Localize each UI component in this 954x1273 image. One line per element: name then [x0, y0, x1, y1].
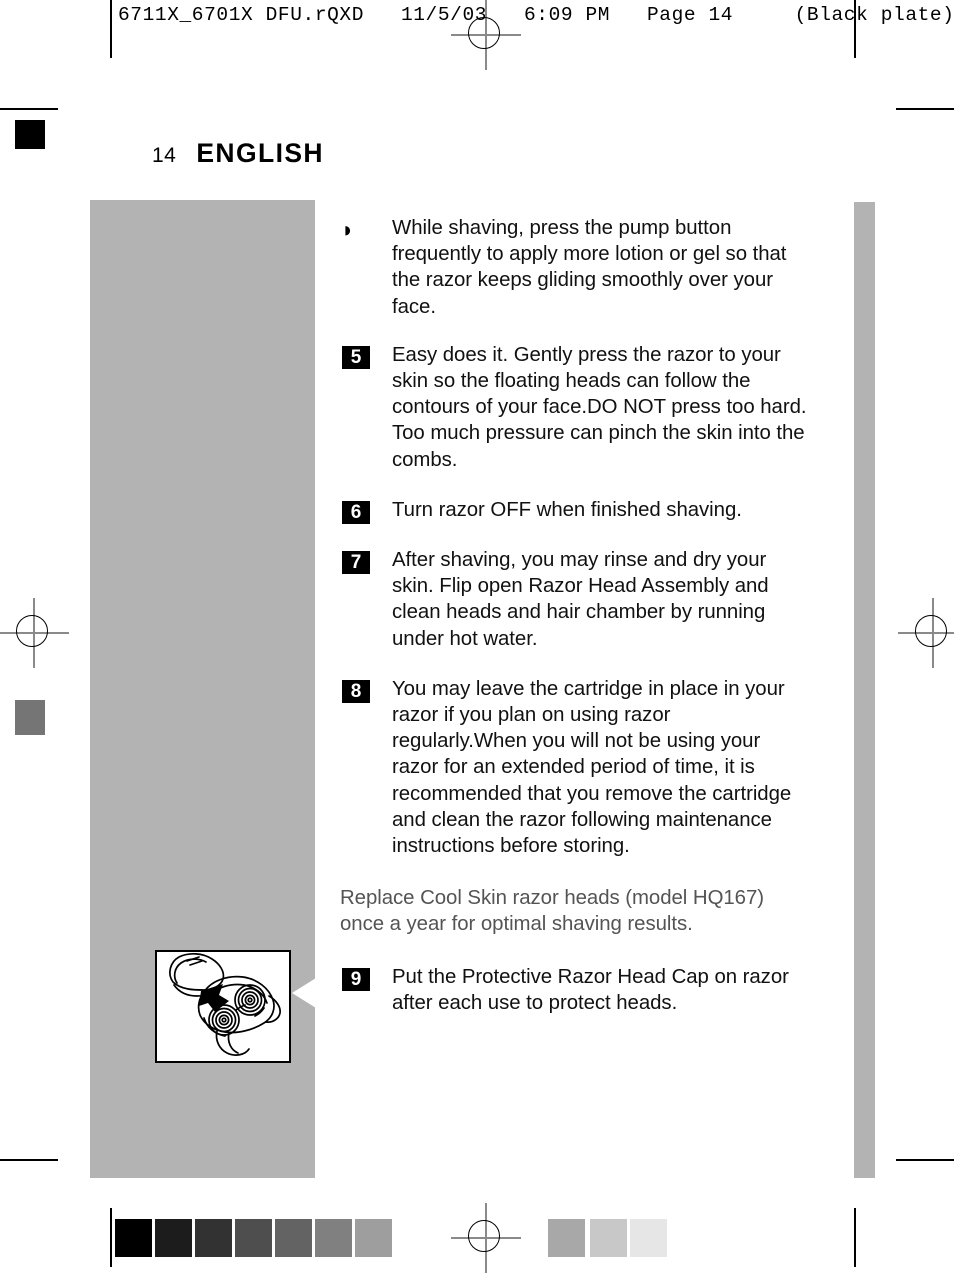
instruction-block-6: 6 Turn razor OFF when finished shaving.	[340, 497, 810, 524]
crop-mark-lower-left-horizontal	[0, 1159, 58, 1161]
calibration-swatch-right-0	[548, 1219, 585, 1257]
calibration-swatch-left-3	[235, 1219, 272, 1257]
calibration-swatch-right-2	[630, 1219, 667, 1257]
step-number-badge: 5	[342, 345, 370, 369]
registration-target-left	[0, 598, 69, 668]
registration-target-right	[898, 598, 954, 668]
bullet-arrow-icon: ◗	[341, 217, 355, 242]
crop-mark-bottom-right-vertical	[854, 1208, 856, 1267]
calibration-swatch-left-5	[315, 1219, 352, 1257]
right-gray-bar	[854, 202, 875, 1178]
crop-mark-upper-right-horizontal	[896, 108, 954, 110]
step-number-badge: 8	[342, 679, 370, 703]
instruction-text: While shaving, press the pump button fre…	[392, 217, 787, 318]
crop-mark-bottom-left-vertical	[110, 1208, 112, 1267]
registration-target-top	[451, 0, 521, 70]
instruction-block-9: 9 Put the Protective Razor Head Cap on r…	[340, 964, 810, 1016]
crop-mark-top-right-vertical	[854, 0, 856, 58]
instruction-block-8: 8 You may leave the cartridge in place i…	[340, 676, 810, 859]
replacement-note: Replace Cool Skin razor heads (model HQ1…	[340, 885, 810, 937]
instruction-text: You may leave the cartridge in place in …	[392, 677, 792, 858]
instruction-text: Turn razor OFF when finished shaving.	[392, 498, 742, 521]
density-patch-black	[15, 120, 45, 149]
registration-ring	[16, 615, 48, 647]
page-header: 14 ENGLISH	[152, 138, 324, 169]
instruction-block-7: 7 After shaving, you may rinse and dry y…	[340, 547, 810, 652]
calibration-swatch-left-4	[275, 1219, 312, 1257]
instruction-text: Easy does it. Gently press the razor to …	[392, 343, 807, 471]
crop-mark-top-left-vertical	[110, 0, 112, 58]
prepress-header-text: 6711X_6701X DFU.rQXD 11/5/03 6:09 PM Pag…	[118, 4, 954, 26]
razor-line-art	[169, 953, 281, 1056]
crop-mark-lower-right-horizontal	[896, 1159, 954, 1161]
calibration-swatch-left-2	[195, 1219, 232, 1257]
instruction-text: After shaving, you may rinse and dry you…	[392, 549, 769, 650]
page-title: ENGLISH	[196, 138, 324, 168]
registration-ring	[468, 17, 500, 49]
crop-mark-upper-left-horizontal	[0, 108, 58, 110]
calibration-swatch-left-6	[355, 1219, 392, 1257]
registration-ring	[915, 615, 947, 647]
registration-target-bottom	[451, 1203, 521, 1273]
instruction-list: ◗ While shaving, press the pump button f…	[340, 215, 810, 1038]
instruction-text: Put the Protective Razor Head Cap on raz…	[392, 965, 789, 1014]
step-number-badge: 7	[342, 551, 370, 575]
density-patch-gray	[15, 700, 45, 735]
instruction-block-5: 5 Easy does it. Gently press the razor t…	[340, 342, 810, 473]
calibration-swatch-left-1	[155, 1219, 192, 1257]
calibration-swatch-left-0	[115, 1219, 152, 1257]
razor-with-protective-cap-illustration	[155, 950, 291, 1063]
replacement-note-text: Replace Cool Skin razor heads (model HQ1…	[340, 887, 764, 936]
instruction-block-bullet: ◗ While shaving, press the pump button f…	[340, 215, 810, 320]
step-number-badge: 6	[342, 500, 370, 524]
step-number-badge: 9	[342, 967, 370, 991]
calibration-swatch-right-1	[590, 1219, 627, 1257]
page-number: 14	[152, 144, 177, 167]
registration-ring	[468, 1220, 500, 1252]
